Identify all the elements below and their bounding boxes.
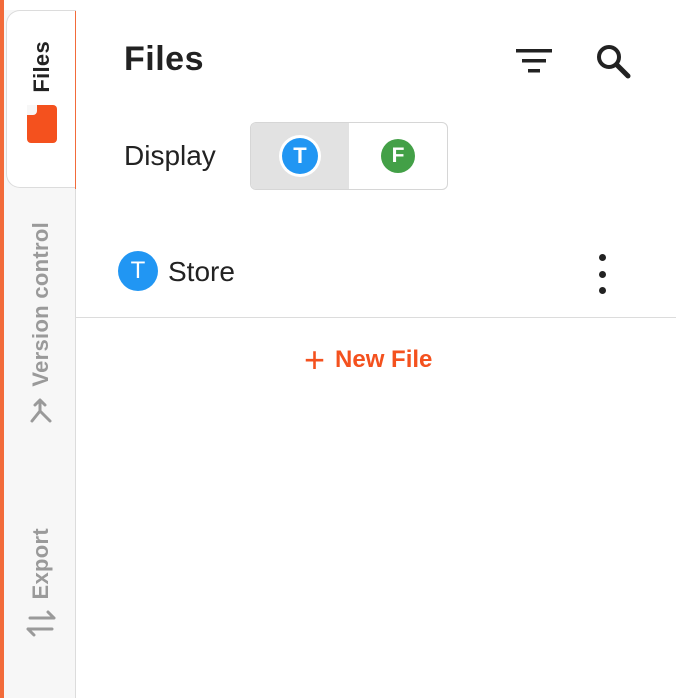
rail-tab-files-label: Files <box>28 41 54 93</box>
folder-icon <box>26 104 57 143</box>
rail-tab-files[interactable]: Files <box>6 10 78 189</box>
filter-icon <box>516 49 552 73</box>
files-panel: Files Display T F T Store + New File <box>76 10 676 698</box>
more-options-button[interactable] <box>590 254 614 294</box>
filter-button[interactable] <box>512 46 556 76</box>
file-name: Store <box>168 256 235 287</box>
display-option-t[interactable]: T <box>251 123 349 189</box>
panel-title: Files <box>124 40 204 78</box>
file-type-badge: T <box>118 251 158 291</box>
file-row-store[interactable]: T Store <box>76 230 676 318</box>
rail-tab-export-label: Export <box>28 528 53 600</box>
kebab-dot <box>598 287 606 294</box>
search-button[interactable] <box>592 40 636 84</box>
kebab-dot <box>598 270 606 278</box>
plus-icon: + <box>304 339 326 380</box>
branch-icon <box>26 397 56 432</box>
t-badge: T <box>282 138 318 174</box>
kebab-dot <box>598 254 606 261</box>
display-option-t-ring: T <box>279 135 321 177</box>
display-toggle: T F <box>250 122 448 190</box>
rail-tab-version-control-label: Version control <box>28 222 53 387</box>
new-file-label: New File <box>335 346 433 373</box>
search-icon <box>597 45 631 79</box>
display-label: Display <box>124 140 216 171</box>
new-file-button[interactable]: + New File <box>304 340 432 380</box>
f-badge: F <box>381 139 415 173</box>
swap-arrows-icon <box>24 609 58 642</box>
rail-tab-export[interactable]: Export <box>6 528 76 668</box>
display-option-f[interactable]: F <box>349 123 447 189</box>
rail-tab-version-control[interactable]: Version control <box>6 222 76 462</box>
